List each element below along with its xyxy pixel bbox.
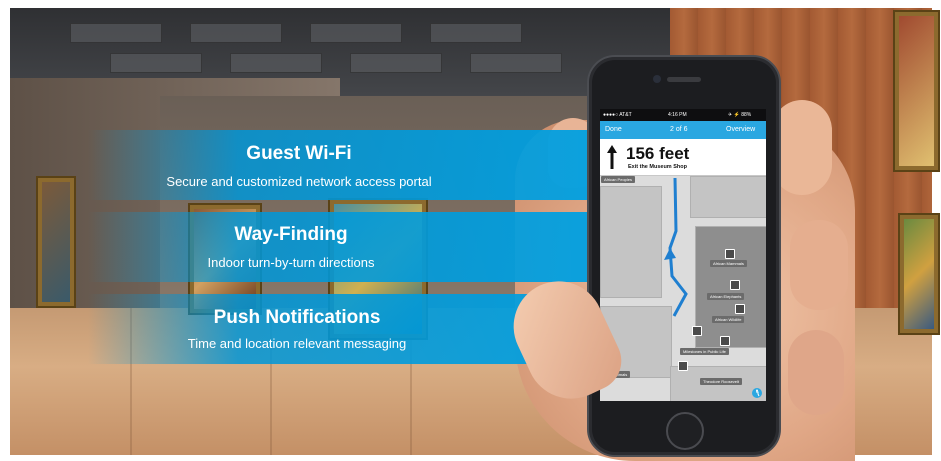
banner-guest-wifi: Guest Wi-Fi Secure and customized networ… bbox=[88, 130, 588, 200]
overview-button[interactable]: Overview bbox=[726, 126, 755, 133]
painting bbox=[895, 12, 938, 170]
banner-subtitle: Secure and customized network access por… bbox=[166, 174, 432, 189]
finger bbox=[790, 220, 848, 310]
instruction-text: Exit the Museum Shop bbox=[628, 164, 687, 170]
smartphone: ●●●●○ AT&T 4:16 PM ✈ ⚡ 88% Done 2 of 6 O… bbox=[587, 55, 781, 457]
banner-subtitle: Time and location relevant messaging bbox=[187, 336, 407, 351]
ceiling-panel bbox=[470, 53, 562, 73]
map-label: African Mammals bbox=[710, 260, 747, 267]
map-label: African Elephants bbox=[707, 293, 745, 300]
ceiling-panel bbox=[350, 53, 442, 73]
exhibit-icon[interactable] bbox=[725, 249, 735, 259]
painting bbox=[38, 178, 74, 306]
navigation-bar: Done 2 of 6 Overview bbox=[600, 121, 766, 139]
exhibit-icon[interactable] bbox=[720, 336, 730, 346]
distance-text: 156 feet bbox=[626, 144, 690, 163]
exhibit-icon[interactable] bbox=[735, 304, 745, 314]
done-button[interactable]: Done bbox=[605, 126, 622, 133]
accessibility-icon[interactable] bbox=[752, 388, 762, 398]
ceiling-panel bbox=[430, 23, 522, 43]
finger bbox=[772, 100, 832, 195]
clock-label: 4:16 PM bbox=[668, 112, 687, 118]
map-label: Theodore Roosevelt bbox=[700, 378, 743, 385]
finger bbox=[788, 330, 844, 415]
map-label: African Peoples bbox=[601, 176, 636, 183]
ceiling-panel bbox=[190, 23, 282, 43]
banner-way-finding: Way-Finding Indoor turn-by-turn directio… bbox=[88, 212, 588, 282]
phone-screen: ●●●●○ AT&T 4:16 PM ✈ ⚡ 88% Done 2 of 6 O… bbox=[600, 109, 766, 401]
status-bar: ●●●●○ AT&T 4:16 PM ✈ ⚡ 88% bbox=[600, 109, 766, 121]
speaker-grille bbox=[667, 77, 701, 82]
exhibit-icon[interactable] bbox=[692, 326, 702, 336]
step-indicator: 2 of 6 bbox=[670, 126, 688, 133]
battery-label: ✈ ⚡ 88% bbox=[728, 112, 752, 118]
ceiling-panel bbox=[230, 53, 322, 73]
advertisement-scene: Guest Wi-Fi Secure and customized networ… bbox=[0, 0, 941, 461]
map-label: Milestones in Public Life bbox=[680, 348, 729, 355]
ceiling-panel bbox=[70, 23, 162, 43]
home-button[interactable] bbox=[666, 412, 704, 450]
map-label: African Wildlife bbox=[712, 316, 745, 323]
banner-title: Way-Finding bbox=[234, 224, 348, 245]
banner-title: Guest Wi-Fi bbox=[246, 143, 352, 164]
arrow-up-icon bbox=[607, 145, 617, 169]
exhibit-icon[interactable] bbox=[678, 361, 688, 371]
ceiling-panel bbox=[110, 53, 202, 73]
banner-subtitle: Indoor turn-by-turn directions bbox=[207, 255, 375, 270]
painting bbox=[900, 215, 938, 333]
indoor-map[interactable]: African Peoples African Mammals African … bbox=[600, 176, 766, 401]
banner-title: Push Notifications bbox=[213, 307, 381, 328]
exhibit-icon[interactable] bbox=[730, 280, 740, 290]
carrier-label: ●●●●○ AT&T bbox=[603, 112, 632, 118]
camera-icon bbox=[653, 75, 661, 83]
ceiling-panel bbox=[310, 23, 402, 43]
direction-card: 156 feet Exit the Museum Shop bbox=[600, 139, 766, 176]
